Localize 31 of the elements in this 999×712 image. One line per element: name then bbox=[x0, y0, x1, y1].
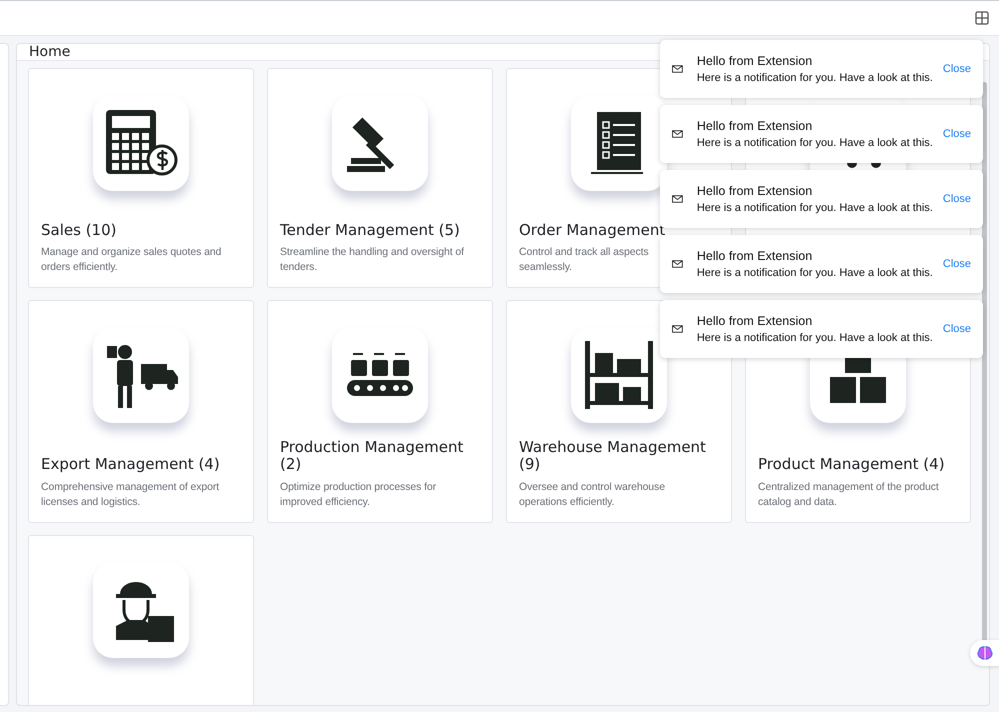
close-button[interactable]: Close bbox=[942, 193, 971, 205]
card-title: Export Management (4) bbox=[41, 456, 221, 474]
module-card[interactable]: Export Management (4) Comprehensive management of export licenses and logistics. bbox=[28, 300, 254, 522]
module-card[interactable] bbox=[28, 534, 254, 705]
card-title: Order Management bbox=[519, 222, 666, 239]
module-card[interactable]: Tender Management (5) Streamline the handling and oversight of tenders. bbox=[267, 68, 493, 288]
close-button[interactable]: Close bbox=[942, 258, 971, 270]
grid-icon[interactable] bbox=[975, 11, 989, 25]
card-title: Product Management (4) bbox=[758, 456, 946, 474]
card-description: Control and track all aspects seamlessly. bbox=[519, 245, 649, 275]
close-button[interactable]: Close bbox=[942, 63, 971, 75]
assistant-button[interactable] bbox=[970, 640, 999, 666]
close-button[interactable]: Close bbox=[942, 128, 971, 140]
card-title: Sales (10) bbox=[41, 222, 118, 239]
notification-title: Hello from Extension bbox=[696, 54, 814, 68]
card-description: Centralized management of the product catalog and data. bbox=[758, 480, 939, 510]
card-description: Oversee and control warehouse operations efficiently. bbox=[519, 480, 665, 510]
module-card[interactable]: Production Management (2) Optimize production processes for improved efficiency. bbox=[267, 300, 493, 522]
brain-icon bbox=[977, 646, 993, 660]
page-title: Home bbox=[29, 44, 70, 60]
module-card[interactable]: Sales (10) Manage and organize sales quotes and orders efficiently. bbox=[28, 68, 254, 288]
card-title: Tender Management (5) bbox=[280, 222, 461, 239]
card-description: Streamline the handling and oversight of tenders. bbox=[280, 245, 464, 275]
card-description: Optimize production processes for improved efficiency. bbox=[280, 480, 436, 510]
card-title: Warehouse Management (9) bbox=[519, 439, 707, 474]
close-button[interactable]: Close bbox=[942, 323, 971, 335]
calculator-icon bbox=[104, 108, 178, 178]
card-description: Manage and organize sales quotes and orders efficiently. bbox=[41, 245, 222, 275]
card-description: Comprehensive management of export licenses and logistics. bbox=[41, 480, 220, 510]
warehouse-shelves-icon bbox=[583, 339, 655, 411]
card-title: Production Management (2) bbox=[280, 439, 464, 474]
